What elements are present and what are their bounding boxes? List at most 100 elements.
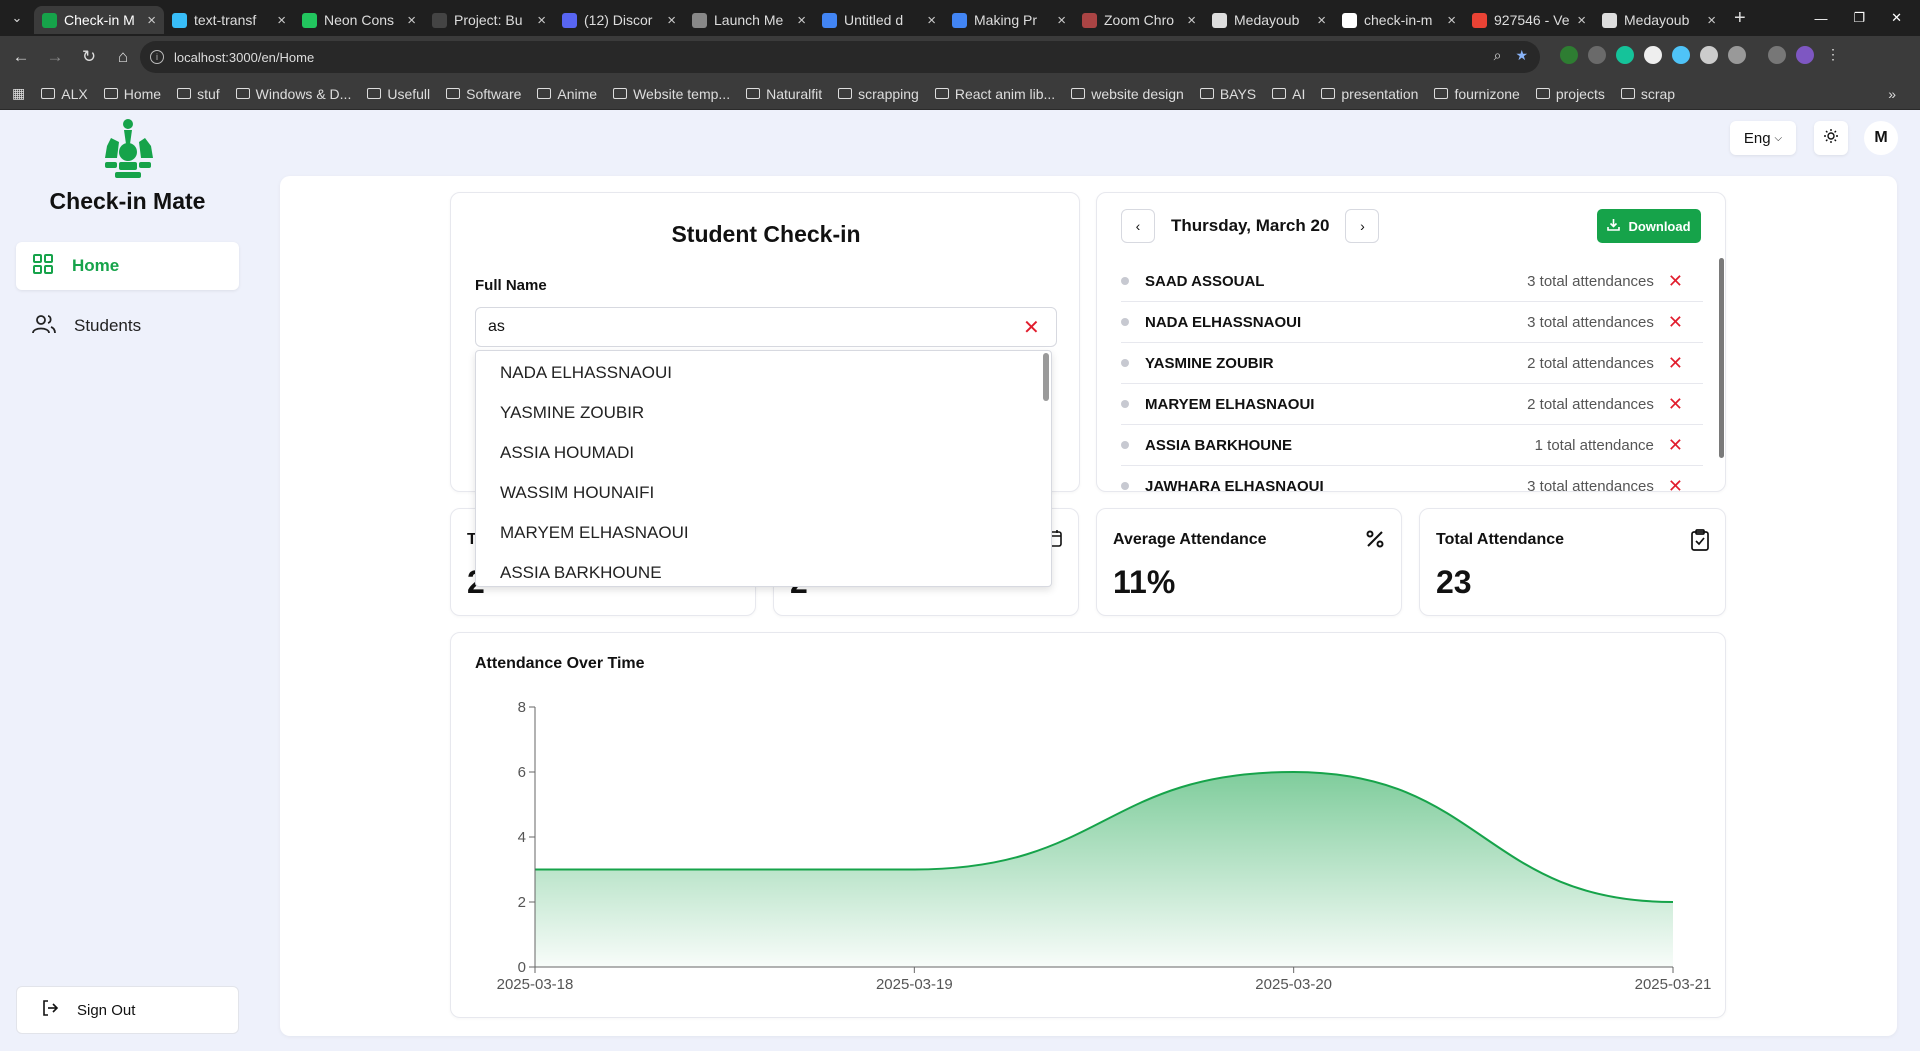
close-tab-icon[interactable]: × bbox=[277, 12, 286, 29]
address-bar[interactable]: i localhost:3000/en/Home ⌕ ★ bbox=[140, 41, 1540, 73]
site-info-icon[interactable]: i bbox=[150, 50, 164, 64]
bookmark-item[interactable]: Home bbox=[103, 86, 161, 102]
bookmark-item[interactable]: scrap bbox=[1620, 86, 1675, 102]
close-tab-icon[interactable]: × bbox=[1187, 12, 1196, 29]
close-tab-icon[interactable]: × bbox=[537, 12, 546, 29]
puzzle-icon[interactable] bbox=[1728, 46, 1746, 64]
bookmark-item[interactable]: stuf bbox=[177, 86, 220, 102]
close-tab-icon[interactable]: × bbox=[1707, 12, 1716, 29]
bookmark-label: Windows & D... bbox=[255, 85, 352, 102]
suggestion-item[interactable]: YASMINE ZOUBIR bbox=[476, 393, 1051, 433]
sidebar-item-students[interactable]: Students bbox=[16, 302, 239, 350]
theme-toggle-button[interactable] bbox=[1814, 121, 1848, 155]
browser-tab[interactable]: text-transf × bbox=[164, 6, 294, 34]
menu-dots-icon[interactable]: ⋮ bbox=[1824, 46, 1842, 64]
bookmark-item[interactable]: Usefull bbox=[367, 86, 430, 102]
browser-tab[interactable]: (12) Discor × bbox=[554, 6, 684, 34]
remove-attendance-icon[interactable]: ✕ bbox=[1668, 435, 1683, 456]
previous-day-button[interactable]: ‹ bbox=[1121, 209, 1155, 243]
tab-search-icon[interactable]: ⌄ bbox=[0, 0, 34, 36]
browser-tab[interactable]: 927546 - Ve × bbox=[1464, 6, 1594, 34]
suggestion-item[interactable]: NADA ELHASSNAOUI bbox=[476, 353, 1051, 393]
forward-icon[interactable]: → bbox=[38, 40, 72, 74]
close-window-icon[interactable]: ✕ bbox=[1891, 10, 1902, 26]
profile-icon[interactable] bbox=[1796, 46, 1814, 64]
browser-tab[interactable]: Check-in M × bbox=[34, 6, 164, 34]
next-day-button[interactable]: › bbox=[1345, 209, 1380, 243]
bookmark-item[interactable]: Naturalfit bbox=[746, 86, 822, 102]
bookmark-item[interactable]: AI bbox=[1272, 86, 1305, 102]
bookmark-item[interactable]: scrapping bbox=[838, 86, 919, 102]
extension-icon[interactable] bbox=[1672, 46, 1690, 64]
extension-icon[interactable] bbox=[1700, 46, 1718, 64]
reload-icon[interactable]: ↻ bbox=[72, 40, 106, 74]
bookmark-item[interactable]: projects bbox=[1535, 86, 1605, 102]
suggestion-item[interactable]: MARYEM ELHASNAOUI bbox=[476, 513, 1051, 553]
dropdown-scrollbar[interactable] bbox=[1043, 353, 1049, 401]
attendance-list-scrollbar[interactable] bbox=[1719, 258, 1724, 458]
close-tab-icon[interactable]: × bbox=[147, 12, 156, 29]
extension-icon[interactable] bbox=[1588, 46, 1606, 64]
suggestion-item[interactable]: ASSIA BARKHOUNE bbox=[476, 553, 1051, 586]
browser-tab[interactable]: Project: Bu × bbox=[424, 6, 554, 34]
zoom-icon[interactable]: ⌕ bbox=[1494, 47, 1502, 64]
remove-attendance-icon[interactable]: ✕ bbox=[1668, 476, 1683, 492]
close-tab-icon[interactable]: × bbox=[1577, 12, 1586, 29]
minimize-icon[interactable]: — bbox=[1814, 11, 1827, 26]
bookmark-star-icon[interactable]: ★ bbox=[1515, 47, 1528, 64]
bookmark-item[interactable]: BAYS bbox=[1199, 86, 1256, 102]
close-tab-icon[interactable]: × bbox=[407, 12, 416, 29]
new-tab-button[interactable]: + bbox=[1724, 7, 1756, 30]
bookmark-item[interactable]: Website temp... bbox=[613, 86, 730, 102]
restore-icon[interactable]: ❐ bbox=[1853, 10, 1865, 26]
browser-tab[interactable]: check-in-m × bbox=[1334, 6, 1464, 34]
bookmark-item[interactable]: Software bbox=[446, 86, 521, 102]
bookmark-item[interactable]: Anime bbox=[537, 86, 597, 102]
more-bookmarks-icon[interactable]: » bbox=[1888, 86, 1896, 102]
extension-icon[interactable] bbox=[1560, 46, 1578, 64]
home-icon[interactable]: ⌂ bbox=[106, 40, 140, 74]
suggestion-item[interactable]: ASSIA HOUMADI bbox=[476, 433, 1051, 473]
bookmark-item[interactable]: React anim lib... bbox=[934, 86, 1055, 102]
browser-tab[interactable]: Zoom Chro × bbox=[1074, 6, 1204, 34]
tab-title: Medayoub bbox=[1234, 12, 1300, 28]
url-text[interactable]: localhost:3000/en/Home bbox=[174, 50, 314, 65]
download-button[interactable]: Download bbox=[1597, 209, 1701, 243]
close-tab-icon[interactable]: × bbox=[1447, 12, 1456, 29]
password-key-icon[interactable] bbox=[1768, 46, 1786, 64]
extension-icon[interactable] bbox=[1616, 46, 1634, 64]
full-name-input[interactable] bbox=[475, 307, 1057, 347]
bookmark-item[interactable]: Windows & D... bbox=[235, 85, 352, 102]
extension-icon[interactable] bbox=[1644, 46, 1662, 64]
sign-out-button[interactable]: Sign Out bbox=[16, 986, 239, 1034]
clear-input-icon[interactable]: ✕ bbox=[1023, 315, 1040, 340]
browser-tab[interactable]: Medayoub × bbox=[1204, 6, 1334, 34]
sidebar-item-home[interactable]: Home bbox=[16, 242, 239, 290]
remove-attendance-icon[interactable]: ✕ bbox=[1668, 271, 1683, 292]
browser-tab[interactable]: Medayoub × bbox=[1594, 6, 1724, 34]
bookmark-item[interactable]: ALX bbox=[41, 86, 88, 102]
remove-attendance-icon[interactable]: ✕ bbox=[1668, 312, 1683, 333]
student-name: JAWHARA ELHASNAOUI bbox=[1145, 477, 1324, 492]
close-tab-icon[interactable]: × bbox=[927, 12, 936, 29]
back-icon[interactable]: ← bbox=[4, 40, 38, 74]
browser-tab[interactable]: Launch Me × bbox=[684, 6, 814, 34]
close-tab-icon[interactable]: × bbox=[667, 12, 676, 29]
bookmark-item[interactable]: presentation bbox=[1321, 86, 1418, 102]
language-select[interactable]: Eng ⌵ bbox=[1730, 121, 1796, 155]
avatar[interactable]: M bbox=[1864, 121, 1898, 155]
bookmark-item[interactable]: website design bbox=[1071, 86, 1184, 102]
close-tab-icon[interactable]: × bbox=[797, 12, 806, 29]
suggestion-item[interactable]: WASSIM HOUNAIFI bbox=[476, 473, 1051, 513]
apps-grid-icon[interactable]: ▦ bbox=[12, 85, 25, 102]
bookmark-item[interactable]: fournizone bbox=[1434, 86, 1520, 102]
remove-attendance-icon[interactable]: ✕ bbox=[1668, 394, 1683, 415]
remove-attendance-icon[interactable]: ✕ bbox=[1668, 353, 1683, 374]
close-tab-icon[interactable]: × bbox=[1317, 12, 1326, 29]
browser-tab[interactable]: Neon Cons × bbox=[294, 6, 424, 34]
close-tab-icon[interactable]: × bbox=[1057, 12, 1066, 29]
browser-tab[interactable]: Untitled d × bbox=[814, 6, 944, 34]
browser-tab[interactable]: Making Pr × bbox=[944, 6, 1074, 34]
tab-title: Zoom Chro bbox=[1104, 12, 1175, 28]
bullet-dot bbox=[1121, 441, 1129, 449]
